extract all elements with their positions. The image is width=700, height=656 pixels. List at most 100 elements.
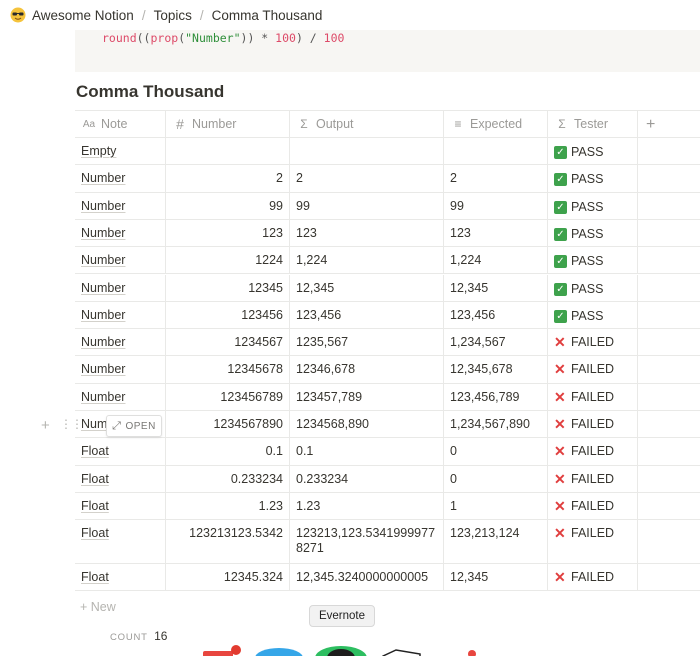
tester-cell: ✕ FAILED <box>548 383 638 410</box>
number-cell[interactable]: 123 <box>166 219 290 247</box>
drag-handle-icon[interactable]: ⋮⋮ <box>60 417 83 431</box>
breadcrumb-item-current[interactable]: Comma Thousand <box>212 8 323 23</box>
number-cell[interactable]: 1234567 <box>166 329 290 356</box>
note-cell[interactable]: Number <box>75 274 166 301</box>
number-cell[interactable]: 0.233234 <box>166 465 290 492</box>
table-row[interactable]: Number 12345678 12346,678 12,345,678 ✕ FAILED <box>75 356 700 384</box>
column-header-expected[interactable]: ≡ Expected <box>444 111 548 137</box>
note-cell[interactable]: Empty <box>75 138 166 165</box>
expected-cell[interactable]: 0 <box>444 465 548 492</box>
expected-cell[interactable]: 2 <box>444 165 548 192</box>
table-row[interactable]: Float 0.233234 0.233234 0 ✕ FAILED <box>75 465 700 493</box>
column-header-tester[interactable]: Σ Tester <box>548 111 638 137</box>
number-cell[interactable]: 1224 <box>166 247 290 274</box>
number-cell[interactable]: 12345.324 <box>166 564 290 591</box>
expected-cell[interactable]: 123,213,124 <box>444 520 548 564</box>
number-cell[interactable]: 1.23 <box>166 492 290 520</box>
telegram-app-icon[interactable] <box>255 648 303 656</box>
number-cell[interactable]: 12345 <box>166 274 290 301</box>
number-cell[interactable]: 123456 <box>166 301 290 329</box>
number-cell[interactable]: 99 <box>166 192 290 219</box>
number-cell[interactable]: 1234567890 <box>166 411 290 438</box>
table-row[interactable]: Float 1.23 1.23 1 ✕ FAILED <box>75 492 700 521</box>
database-title[interactable]: Comma Thousand <box>76 82 224 102</box>
number-cell[interactable]: 123213123.5342 <box>166 520 290 564</box>
column-header-number[interactable]: # Number <box>166 111 290 137</box>
output-cell-value: 123 <box>296 225 317 240</box>
expected-cell-value: 123 <box>450 225 471 240</box>
number-cell[interactable]: 2 <box>166 165 290 192</box>
dock-app-icon[interactable] <box>468 650 476 656</box>
evernote-app-icon[interactable] <box>315 646 367 656</box>
output-cell-value: 0.233234 <box>296 471 349 486</box>
number-cell[interactable]: 123456789 <box>166 383 290 410</box>
column-header-note[interactable]: Aa Note <box>75 111 166 137</box>
table-row[interactable]: Float 123213123.5342 123213,123.5341999977… <box>75 520 700 565</box>
expected-cell[interactable]: 1 <box>444 492 548 520</box>
expected-cell[interactable]: 1,224 <box>444 247 548 274</box>
note-cell[interactable]: Number <box>75 247 166 274</box>
status-text: PASS <box>571 254 604 269</box>
breadcrumb-item-topics[interactable]: Topics <box>154 8 192 23</box>
code-string: "Number" <box>185 31 241 45</box>
new-row-button[interactable]: + New <box>80 600 116 614</box>
number-cell[interactable]: 0.1 <box>166 438 290 465</box>
table-row[interactable]: Number 123456 123,456 123,456 ✓ PASS <box>75 301 700 330</box>
expected-cell[interactable] <box>444 138 548 165</box>
status-text: PASS <box>571 281 604 296</box>
code-block[interactable]: round((prop("Number")) * 100) / 100 <box>75 30 700 72</box>
column-header-output[interactable]: Σ Output <box>290 111 444 137</box>
table-row[interactable]: Number 1234567 1235,567 1,234,567 ✕ FAILED <box>75 329 700 357</box>
note-cell[interactable]: Number <box>75 165 166 192</box>
expected-cell[interactable]: 12,345,678 <box>444 356 548 383</box>
output-cell-value: 123213,123.53419999778271 <box>296 526 436 556</box>
table-row[interactable]: Float 0.1 0.1 0 ✕ FAILED <box>75 438 700 466</box>
table-row[interactable]: Number 123 123 123 ✓ PASS <box>75 219 700 248</box>
note-cell-value: Float <box>81 444 109 459</box>
table-row[interactable]: Number 123456789 123457,789 123,456,789 ✕ FAI… <box>75 383 700 411</box>
table-row[interactable]: Empty ✓ PASS <box>75 138 700 166</box>
expected-cell[interactable]: 123,456 <box>444 301 548 329</box>
note-cell[interactable]: Float <box>75 520 166 564</box>
expected-cell[interactable]: 12,345 <box>444 564 548 591</box>
expected-cell[interactable]: 99 <box>444 192 548 219</box>
note-cell[interactable]: Number <box>75 219 166 247</box>
table-row[interactable]: Number 99 99 99 ✓ PASS <box>75 192 700 220</box>
open-row-button[interactable]: ⤢ OPEN <box>106 415 162 437</box>
note-cell[interactable]: Float <box>75 438 166 465</box>
table-row[interactable]: Number 1224 1,224 1,224 ✓ PASS <box>75 247 700 275</box>
check-mark-icon: ✓ <box>554 146 567 159</box>
cross-mark-icon: ✕ <box>554 416 566 432</box>
table-row[interactable]: Number 2 2 2 ✓ PASS <box>75 165 700 193</box>
number-cell[interactable] <box>166 138 290 165</box>
notion-app-icon[interactable] <box>382 649 421 656</box>
note-cell[interactable]: Number <box>75 192 166 219</box>
expected-cell[interactable]: 0 <box>444 438 548 465</box>
add-row-plus-icon[interactable]: + <box>41 417 50 434</box>
output-cell: 123457,789 <box>290 383 444 410</box>
expected-cell[interactable]: 12,345 <box>444 274 548 301</box>
breadcrumb: Awesome Notion / Topics / Comma Thousand <box>0 0 700 30</box>
expected-cell[interactable]: 123 <box>444 219 548 247</box>
expected-cell[interactable]: 123,456,789 <box>444 383 548 410</box>
note-cell[interactable]: Float <box>75 465 166 492</box>
note-cell[interactable]: Number <box>75 383 166 410</box>
breadcrumb-item-awesome-notion[interactable]: Awesome Notion <box>32 8 134 23</box>
note-cell-value: Number <box>81 307 126 322</box>
mail-app-icon[interactable] <box>203 645 241 656</box>
number-cell[interactable]: 12345678 <box>166 356 290 383</box>
note-cell[interactable]: Float <box>75 492 166 520</box>
note-cell[interactable]: Number <box>75 301 166 329</box>
table-row[interactable]: Float 12345.324 12,345.3240000000005 12,345… <box>75 564 700 592</box>
expected-cell[interactable]: 1,234,567,890 <box>444 411 548 438</box>
table-row[interactable]: Number 12345 12,345 12,345 ✓ PASS <box>75 274 700 302</box>
table-row[interactable]: Numl 1234567890 1234568,890 1,234,567,890 ✕ F… <box>75 411 700 439</box>
note-cell[interactable]: Number <box>75 329 166 356</box>
add-column-button[interactable]: + <box>638 111 700 137</box>
empty-cell <box>638 165 700 191</box>
note-cell[interactable]: Number <box>75 356 166 383</box>
column-header-label: Note <box>101 116 128 131</box>
note-cell[interactable]: Float <box>75 564 166 591</box>
expected-cell[interactable]: 1,234,567 <box>444 329 548 356</box>
count-footer[interactable]: COUNT 16 <box>110 629 167 643</box>
